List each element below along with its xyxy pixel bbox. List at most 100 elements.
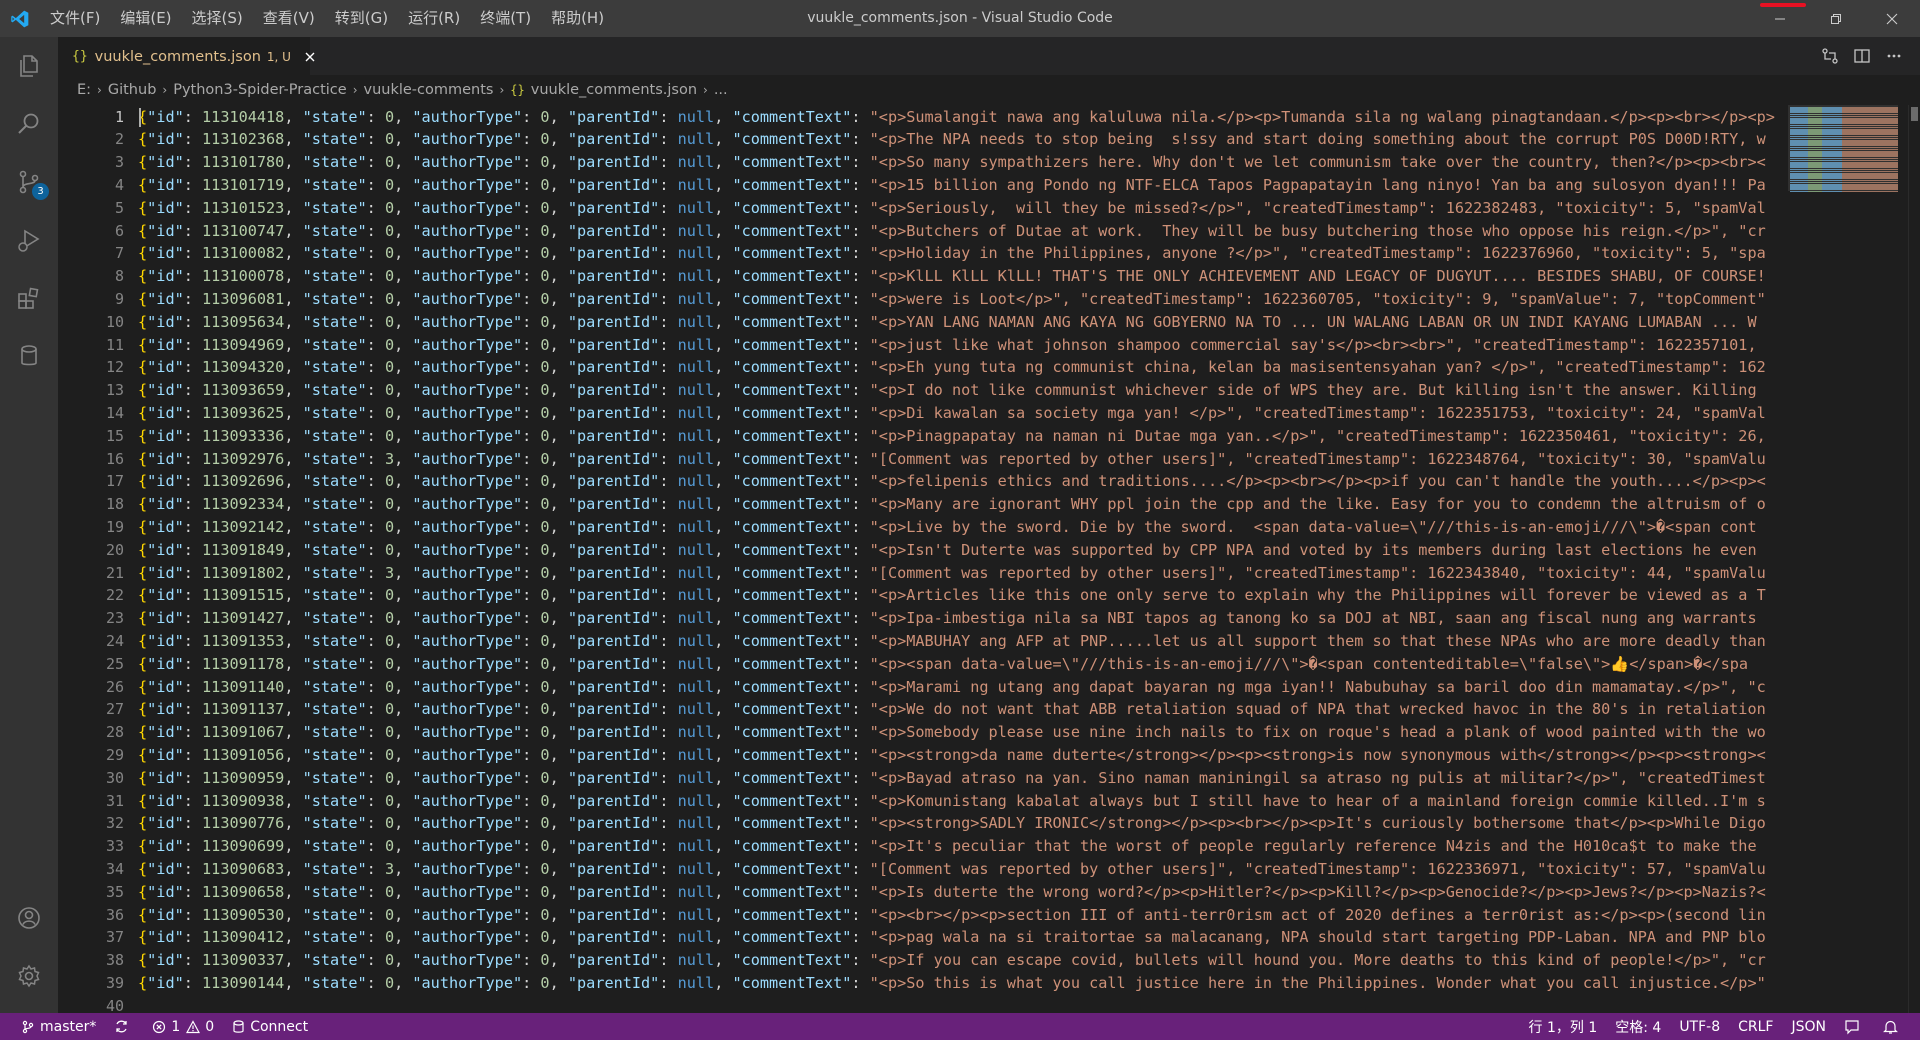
accounts-button[interactable]: [0, 889, 58, 947]
code-line[interactable]: {"id": 113096081, "state": 0, "authorTyp…: [138, 288, 1766, 311]
code-line[interactable]: {"id": 113101719, "state": 0, "authorTyp…: [138, 174, 1766, 197]
code-line[interactable]: {"id": 113091353, "state": 0, "authorTyp…: [138, 630, 1766, 653]
sync-icon: [116, 1020, 128, 1033]
breadcrumb-github[interactable]: Github: [108, 82, 157, 98]
code-line[interactable]: {"id": 113090776, "state": 0, "authorTyp…: [138, 812, 1766, 835]
code-line[interactable]: {"id": 113091849, "state": 0, "authorTyp…: [138, 539, 1757, 562]
code-line[interactable]: {"id": 113091802, "state": 3, "authorTyp…: [138, 562, 1766, 585]
code-line[interactable]: {"id": 113091140, "state": 0, "authorTyp…: [138, 676, 1766, 699]
code-line[interactable]: {"id": 113090412, "state": 0, "authorTyp…: [138, 926, 1766, 949]
indentation-status[interactable]: 空格: 4: [1606, 1013, 1670, 1040]
line-number: 23: [105, 609, 124, 628]
extensions-button[interactable]: [0, 269, 58, 327]
code-line[interactable]: {"id": 113100747, "state": 0, "authorTyp…: [138, 220, 1766, 243]
sync-button[interactable]: [105, 1013, 143, 1040]
explorer-button[interactable]: [0, 37, 58, 95]
menu-run[interactable]: 运行(R): [398, 0, 470, 37]
code-line[interactable]: {"id": 113091067, "state": 0, "authorTyp…: [138, 721, 1766, 744]
breadcrumb-file[interactable]: vuukle_comments.json: [531, 82, 697, 98]
tab-bar: {} vuukle_comments.json 1, U: [58, 37, 1920, 75]
code-line[interactable]: {"id": 113090959, "state": 0, "authorTyp…: [138, 767, 1766, 790]
breadcrumb-symbol[interactable]: ...: [714, 82, 728, 98]
code-line[interactable]: {"id": 113093625, "state": 0, "authorTyp…: [138, 402, 1766, 425]
breadcrumb-folder[interactable]: vuukle-comments: [364, 82, 494, 98]
eol-status[interactable]: CRLF: [1729, 1013, 1782, 1040]
code-line[interactable]: {"id": 113100078, "state": 0, "authorTyp…: [138, 265, 1766, 288]
split-editor-button[interactable]: [1846, 37, 1878, 75]
database-connect-status[interactable]: Connect: [223, 1013, 317, 1040]
restore-button[interactable]: [1808, 0, 1864, 37]
code-editor[interactable]: 1 2 3 4 5 6 7 8 9 10 11 12 13 14 15 16 17 18 19 20 21 22 23 24 2…: [58, 105, 1920, 1013]
menu-view[interactable]: 查看(V): [253, 0, 325, 37]
tab-close-button[interactable]: [304, 48, 316, 66]
menu-terminal[interactable]: 终端(T): [470, 0, 541, 37]
code-line[interactable]: {"id": 113090938, "state": 0, "authorTyp…: [138, 790, 1766, 813]
git-branch-status[interactable]: master*: [12, 1013, 105, 1040]
run-debug-button[interactable]: [0, 211, 58, 269]
chevron-right-icon: ›: [352, 83, 358, 97]
source-control-button[interactable]: 3: [0, 153, 58, 211]
database-button[interactable]: [0, 327, 58, 385]
minimap[interactable]: [1788, 105, 1908, 1013]
line-number: 19: [105, 517, 124, 536]
language-mode-status[interactable]: JSON: [1782, 1013, 1835, 1040]
menu-edit[interactable]: 编辑(E): [110, 0, 181, 37]
code-line[interactable]: {"id": 113090530, "state": 0, "authorTyp…: [138, 904, 1766, 927]
code-line[interactable]: {"id": 113090683, "state": 3, "authorTyp…: [138, 858, 1766, 881]
code-line[interactable]: {"id": 113090699, "state": 0, "authorTyp…: [138, 835, 1757, 858]
code-line[interactable]: {"id": 113093336, "state": 0, "authorTyp…: [138, 425, 1766, 448]
menu-file[interactable]: 文件(F): [40, 0, 110, 37]
code-line[interactable]: {"id": 113092334, "state": 0, "authorTyp…: [138, 493, 1766, 516]
manage-button[interactable]: [0, 947, 58, 1005]
notifications-button[interactable]: [1874, 1013, 1912, 1040]
more-actions-button[interactable]: [1878, 37, 1910, 75]
breadcrumb-drive[interactable]: E:: [77, 82, 91, 98]
vscode-logo-icon[interactable]: [0, 0, 40, 37]
code-line[interactable]: {"id": 113092142, "state": 0, "authorTyp…: [138, 516, 1757, 539]
connect-label: Connect: [250, 1018, 309, 1035]
code-line[interactable]: {"id": 113102368, "state": 0, "authorTyp…: [138, 128, 1766, 151]
search-button[interactable]: [0, 95, 58, 153]
tab-vuukle-comments-json[interactable]: {} vuukle_comments.json 1, U: [58, 37, 315, 75]
cursor-position-status[interactable]: 行 1，列 1: [1520, 1013, 1607, 1040]
line-number: 27: [105, 700, 124, 719]
code-line[interactable]: {"id": 113091515, "state": 0, "authorTyp…: [138, 584, 1766, 607]
code-line[interactable]: {"id": 113101780, "state": 0, "authorTyp…: [138, 151, 1766, 174]
code-line[interactable]: {"id": 113093659, "state": 0, "authorTyp…: [138, 379, 1757, 402]
code-line[interactable]: {"id": 113092976, "state": 3, "authorTyp…: [138, 448, 1766, 471]
scrollbar-thumb[interactable]: [1911, 107, 1918, 121]
open-changes-button[interactable]: [1814, 37, 1846, 75]
line-number-gutter: 1 2 3 4 5 6 7 8 9 10 11 12 13 14 15 16 17 18 19 20 21 22 23 24 2…: [58, 105, 138, 1014]
code-line[interactable]: {"id": 113094320, "state": 0, "authorTyp…: [138, 356, 1766, 379]
minimap-line: [1790, 190, 1808, 193]
encoding-status[interactable]: UTF-8: [1670, 1013, 1729, 1040]
line-number: 39: [105, 973, 124, 992]
menu-selection[interactable]: 选择(S): [182, 0, 253, 37]
breadcrumb-project[interactable]: Python3-Spider-Practice: [173, 82, 346, 98]
line-number: 16: [105, 449, 124, 468]
code-line[interactable]: {"id": 113104418, "state": 0, "authorTyp…: [138, 106, 1775, 129]
close-window-button[interactable]: [1864, 0, 1920, 37]
code-line[interactable]: {"id": 113090337, "state": 0, "authorTyp…: [138, 949, 1766, 972]
menu-help[interactable]: 帮助(H): [541, 0, 614, 37]
code-line[interactable]: {"id": 113090658, "state": 0, "authorTyp…: [138, 881, 1766, 904]
problems-status[interactable]: 1 0: [143, 1013, 223, 1040]
code-line[interactable]: {"id": 113091137, "state": 0, "authorTyp…: [138, 698, 1766, 721]
code-line[interactable]: {"id": 113092696, "state": 0, "authorTyp…: [138, 470, 1766, 493]
code-line[interactable]: {"id": 113091178, "state": 0, "authorTyp…: [138, 653, 1748, 676]
line-number: 31: [105, 791, 124, 810]
feedback-button[interactable]: [1835, 1013, 1874, 1040]
menu-go[interactable]: 转到(G): [325, 0, 398, 37]
minimap-line: [1808, 190, 1822, 193]
code-line[interactable]: {"id": 113101523, "state": 0, "authorTyp…: [138, 197, 1766, 220]
code-line[interactable]: {"id": 113095634, "state": 0, "authorTyp…: [138, 311, 1757, 334]
code-line[interactable]: {"id": 113100082, "state": 0, "authorTyp…: [138, 242, 1766, 265]
minimize-button[interactable]: [1752, 0, 1808, 37]
code-line[interactable]: {"id": 113090144, "state": 0, "authorTyp…: [138, 972, 1766, 995]
line-number: 13: [105, 381, 124, 400]
vertical-scrollbar[interactable]: [1908, 105, 1920, 1013]
code-line[interactable]: {"id": 113091427, "state": 0, "authorTyp…: [138, 607, 1757, 630]
code-line[interactable]: {"id": 113091056, "state": 0, "authorTyp…: [138, 744, 1766, 767]
code-area[interactable]: {"id": 113104418, "state": 0, "authorTyp…: [138, 105, 1840, 1013]
code-line[interactable]: {"id": 113094969, "state": 0, "authorTyp…: [138, 334, 1757, 357]
